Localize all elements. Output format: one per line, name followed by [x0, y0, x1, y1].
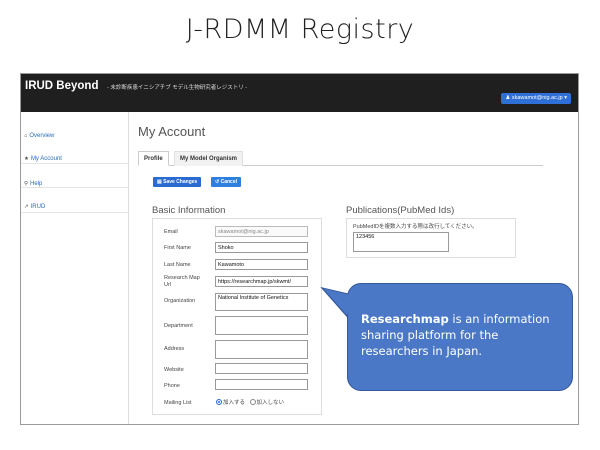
- save-button[interactable]: ▤ Save Changes: [153, 177, 202, 187]
- department-label: Department: [164, 323, 193, 329]
- pubmed-ids-field[interactable]: 123456: [353, 232, 449, 252]
- tab-bar: Profile My Model Organism: [138, 151, 543, 166]
- mailing-list-label: Mailing List: [164, 400, 192, 406]
- email-field: [215, 226, 308, 237]
- location-pin-icon: ⚲: [24, 181, 29, 187]
- top-navbar: IRUD Beyond - 未診断疾患イニシアチブ モデル生物研究者レジストリ …: [21, 74, 578, 112]
- slide-title: J-RDMM Registry: [185, 14, 415, 45]
- external-link-icon: ↗: [24, 204, 29, 210]
- sidebar-divider: [21, 187, 128, 188]
- cancel-button-label: Cancel: [220, 179, 237, 185]
- save-icon: ▤: [157, 179, 162, 185]
- publications-title: Publications(PubMed Ids): [346, 205, 455, 216]
- phone-field[interactable]: [215, 379, 308, 390]
- chevron-down-icon: ▾: [564, 95, 567, 101]
- publications-hint: PubMedIDを複数入力する際は改行してください。: [353, 224, 478, 230]
- tab-my-model-organism[interactable]: My Model Organism: [174, 151, 244, 166]
- radio-unsubscribe[interactable]: [249, 399, 256, 405]
- sidebar-item-label: My Account: [30, 156, 62, 162]
- last-name-label: Last Name: [164, 262, 191, 268]
- address-label: Address: [164, 346, 185, 352]
- save-button-label: Save Changes: [163, 179, 198, 185]
- research-map-url-field[interactable]: [215, 276, 308, 287]
- page-title: My Account: [138, 124, 206, 139]
- research-map-label: Research Map Url: [164, 275, 200, 288]
- tab-profile[interactable]: Profile: [138, 151, 169, 166]
- user-email: skawamot@nig.ac.jp: [511, 95, 563, 101]
- mailing-list-options: 加入する 加入しない: [216, 398, 284, 406]
- brand-logo[interactable]: IRUD Beyond: [25, 80, 98, 92]
- last-name-field[interactable]: [215, 259, 308, 270]
- brand-subtitle: - 未診断疾患イニシアチブ モデル生物研究者レジストリ -: [107, 85, 248, 91]
- callout-text: Researchmap is an information sharing pl…: [361, 311, 561, 359]
- sidebar-item-overview[interactable]: ⌂ Overview: [24, 133, 54, 139]
- sidebar-item-label: IRUD: [30, 204, 46, 210]
- radio-subscribe-label: 加入する: [223, 400, 246, 406]
- cancel-button[interactable]: ↺ Cancel: [211, 177, 241, 187]
- first-name-label: First Name: [164, 245, 191, 251]
- user-icon: ♟: [505, 95, 511, 101]
- organization-field[interactable]: National Institute of Genetics: [215, 293, 308, 311]
- radio-subscribe[interactable]: [216, 399, 222, 405]
- sidebar-divider: [21, 163, 128, 164]
- sidebar-item-my-account[interactable]: ★ My Account: [24, 156, 62, 162]
- research-map-label-line1: Research Map: [164, 275, 200, 281]
- basic-info-title: Basic Information: [152, 205, 226, 216]
- sidebar-item-help[interactable]: ⚲ Help: [24, 181, 42, 187]
- research-map-label-line2: Url: [164, 281, 172, 288]
- phone-label: Phone: [164, 383, 180, 389]
- sidebar-divider: [21, 212, 128, 213]
- organization-label: Organization: [164, 298, 196, 304]
- star-icon: ★: [24, 156, 29, 162]
- sidebar-item-label: Help: [30, 181, 43, 187]
- sidebar-item-irud[interactable]: ↗ IRUD: [24, 204, 45, 210]
- sidebar-item-label: Overview: [29, 133, 55, 139]
- address-field[interactable]: [215, 340, 308, 359]
- first-name-field[interactable]: [215, 242, 308, 253]
- website-label: Website: [164, 367, 184, 373]
- website-field[interactable]: [215, 363, 308, 374]
- undo-icon: ↺: [215, 179, 220, 185]
- house-icon: ⌂: [24, 133, 28, 139]
- user-menu-button[interactable]: ♟ skawamot@nig.ac.jp ▾: [501, 93, 571, 104]
- department-field[interactable]: [215, 316, 308, 335]
- radio-unsubscribe-label: 加入しない: [256, 400, 285, 406]
- callout-bold: Researchmap: [361, 312, 449, 326]
- email-label: Email: [164, 229, 178, 235]
